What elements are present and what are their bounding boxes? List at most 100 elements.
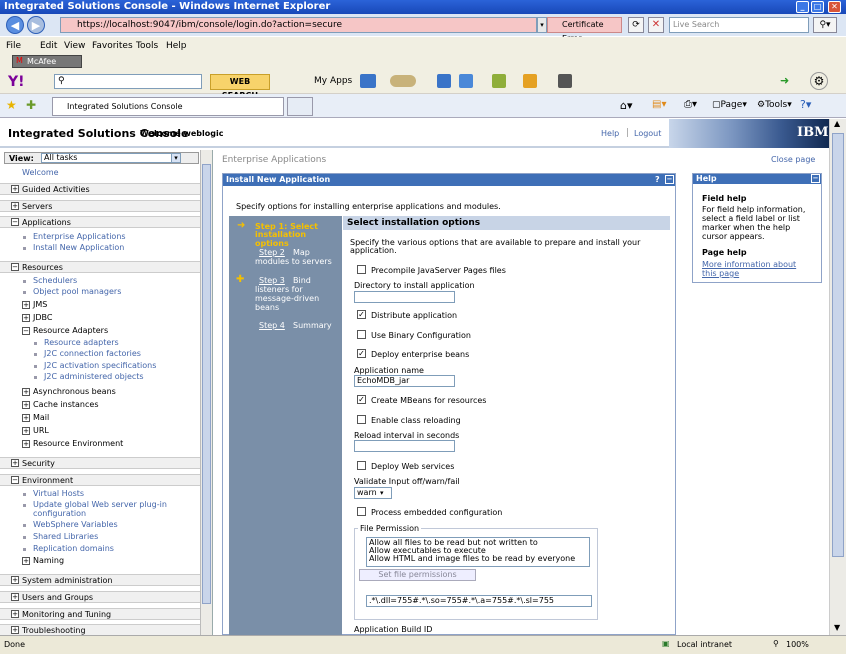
view-dropdown[interactable]: All tasks <box>41 153 181 163</box>
certificate-error-button[interactable]: Certificate Error <box>547 17 622 43</box>
nav-cache[interactable]: + Cache instances <box>0 400 200 409</box>
add-favorites-icon[interactable]: ✚ <box>26 98 36 112</box>
close-page-link[interactable]: Close page <box>771 155 815 164</box>
print-icon[interactable]: ⎙▾ <box>684 99 697 110</box>
validate-select[interactable]: warn ▾ <box>354 487 392 499</box>
minimize-panel-icon[interactable]: − <box>665 175 674 184</box>
arrow-right-icon[interactable]: ➜ <box>780 74 789 87</box>
nav-schedulers[interactable]: Schedulers <box>0 276 200 285</box>
nav-security[interactable]: + Security <box>0 457 200 469</box>
mail-icon[interactable] <box>360 74 376 88</box>
forward-button[interactable]: ▶ <box>27 16 45 34</box>
answers-icon[interactable] <box>492 74 506 88</box>
nav-resources[interactable]: − Resources <box>0 261 200 273</box>
gear-icon[interactable]: ⚙ <box>810 72 828 90</box>
precompile-checkbox[interactable] <box>357 265 366 274</box>
nav-update-plugin-cont[interactable]: configuration <box>0 509 200 518</box>
nav-naming[interactable]: + Naming <box>0 556 200 565</box>
deploy-ws-checkbox[interactable] <box>357 461 366 470</box>
nav-url[interactable]: + URL <box>0 426 200 435</box>
url-field[interactable]: https://localhost:9047/ibm/console/login… <box>60 17 537 33</box>
nav-update-plugin[interactable]: Update global Web server plug-in <box>0 500 200 509</box>
scroll-down-icon[interactable]: ▼ <box>834 623 840 632</box>
nav-users-groups[interactable]: + Users and Groups <box>0 591 200 603</box>
nav-replication[interactable]: Replication domains <box>0 544 200 553</box>
close-window-button[interactable]: ✕ <box>828 1 841 13</box>
menu-favorites[interactable]: Favorites <box>92 41 133 51</box>
help-link[interactable]: Help <box>601 129 619 138</box>
dir-input[interactable] <box>354 291 455 303</box>
nav-troubleshooting[interactable]: + Troubleshooting <box>0 624 200 635</box>
zoom-level[interactable]: 100% <box>786 640 809 649</box>
refresh-icon[interactable]: ⟳ <box>628 17 644 33</box>
menu-edit[interactable]: Edit <box>40 41 57 51</box>
yahoo-search-input[interactable]: ⚲ <box>54 74 202 89</box>
live-search-input[interactable]: Live Search <box>669 17 809 33</box>
nav-ws-vars[interactable]: WebSphere Variables <box>0 520 200 529</box>
web-search-button[interactable]: WEB SEARCH <box>210 74 270 100</box>
flickr-icon[interactable] <box>459 74 473 88</box>
url-dropdown-button[interactable]: ▾ <box>537 17 547 33</box>
set-permissions-button[interactable]: Set file permissions <box>359 569 476 581</box>
nav-j2c-cf[interactable]: J2C connection factories <box>0 349 200 358</box>
chevron-down-icon[interactable]: ▾ <box>171 153 181 163</box>
scroll-up-icon[interactable]: ▲ <box>834 119 840 128</box>
nav-jms[interactable]: + JMS <box>0 300 200 309</box>
panel-help-icon[interactable]: ? <box>655 174 664 185</box>
minimize-help-icon[interactable]: − <box>811 174 820 183</box>
nav-res-adapters[interactable]: Resource adapters <box>0 338 200 347</box>
news-icon[interactable] <box>437 74 451 88</box>
stop-icon[interactable]: ✕ <box>648 17 664 33</box>
more-info-link[interactable]: More information about <box>702 260 796 269</box>
nav-monitoring[interactable]: + Monitoring and Tuning <box>0 608 200 620</box>
nav-object-pool[interactable]: Object pool managers <box>0 287 200 296</box>
nav-welcome[interactable]: Welcome <box>0 168 200 177</box>
search-icon[interactable]: ⚲▾ <box>813 17 837 33</box>
nav-servers[interactable]: + Servers <box>0 200 200 212</box>
my-apps-button[interactable]: My Apps <box>300 76 352 86</box>
home-icon[interactable]: ⌂▾ <box>620 99 633 112</box>
yahoo-logo-icon[interactable]: Y! <box>8 74 25 90</box>
back-button[interactable]: ◀ <box>6 16 24 34</box>
nav-scroll-thumb[interactable] <box>202 164 211 604</box>
deploy-ejb-checkbox[interactable]: ✓ <box>357 349 366 358</box>
step2-link[interactable]: Step 2 <box>259 248 285 257</box>
nav-shared-libs[interactable]: Shared Libraries <box>0 532 200 541</box>
nav-j2c-ao[interactable]: J2C administered objects <box>0 372 200 381</box>
distribute-checkbox[interactable]: ✓ <box>357 310 366 319</box>
menu-view[interactable]: View <box>64 41 85 51</box>
games-icon[interactable] <box>390 75 416 87</box>
finance-icon[interactable] <box>523 74 537 88</box>
nav-install-new[interactable]: Install New Application <box>0 243 200 252</box>
step3-link[interactable]: Step 3 <box>259 276 285 285</box>
nav-mail[interactable]: + Mail <box>0 413 200 422</box>
nav-environment[interactable]: − Environment <box>0 474 200 486</box>
nav-scrollbar[interactable] <box>200 150 212 635</box>
more-info-link-2[interactable]: this page <box>702 269 739 278</box>
nav-j2c-as[interactable]: J2C activation specifications <box>0 361 200 370</box>
tab-integrated-console[interactable]: Integrated Solutions Console <box>52 97 284 116</box>
class-reload-checkbox[interactable] <box>357 415 366 424</box>
help-icon[interactable]: ?▾ <box>800 98 811 111</box>
new-tab-button[interactable] <box>287 97 313 116</box>
process-embedded-checkbox[interactable] <box>357 507 366 516</box>
page-menu[interactable]: ▢Page▾ <box>712 100 747 110</box>
favorites-star-icon[interactable]: ★ <box>6 98 17 112</box>
page-scrollbar[interactable]: ▲ ▼ <box>829 119 846 635</box>
app-name-input[interactable]: EchoMDB_jar <box>354 375 455 387</box>
menu-help[interactable]: Help <box>166 41 187 51</box>
reload-interval-input[interactable] <box>354 440 455 452</box>
perm-option-3[interactable]: Allow HTML and image files to be read by… <box>369 555 587 563</box>
maximize-button[interactable]: □ <box>811 1 824 13</box>
nav-enterprise-apps[interactable]: Enterprise Applications <box>0 232 200 241</box>
minimize-button[interactable]: _ <box>796 1 809 13</box>
page-scroll-thumb[interactable] <box>832 133 844 557</box>
binary-config-checkbox[interactable] <box>357 330 366 339</box>
step4-link[interactable]: Step 4 <box>259 321 285 330</box>
nav-applications[interactable]: − Applications <box>0 216 200 228</box>
nav-resource-env[interactable]: + Resource Environment <box>0 439 200 448</box>
menu-file[interactable]: File <box>6 41 21 51</box>
nav-sysadmin[interactable]: + System administration <box>0 574 200 586</box>
nav-virtual-hosts[interactable]: Virtual Hosts <box>0 489 200 498</box>
nav-resource-adapters[interactable]: − Resource Adapters <box>0 326 200 335</box>
